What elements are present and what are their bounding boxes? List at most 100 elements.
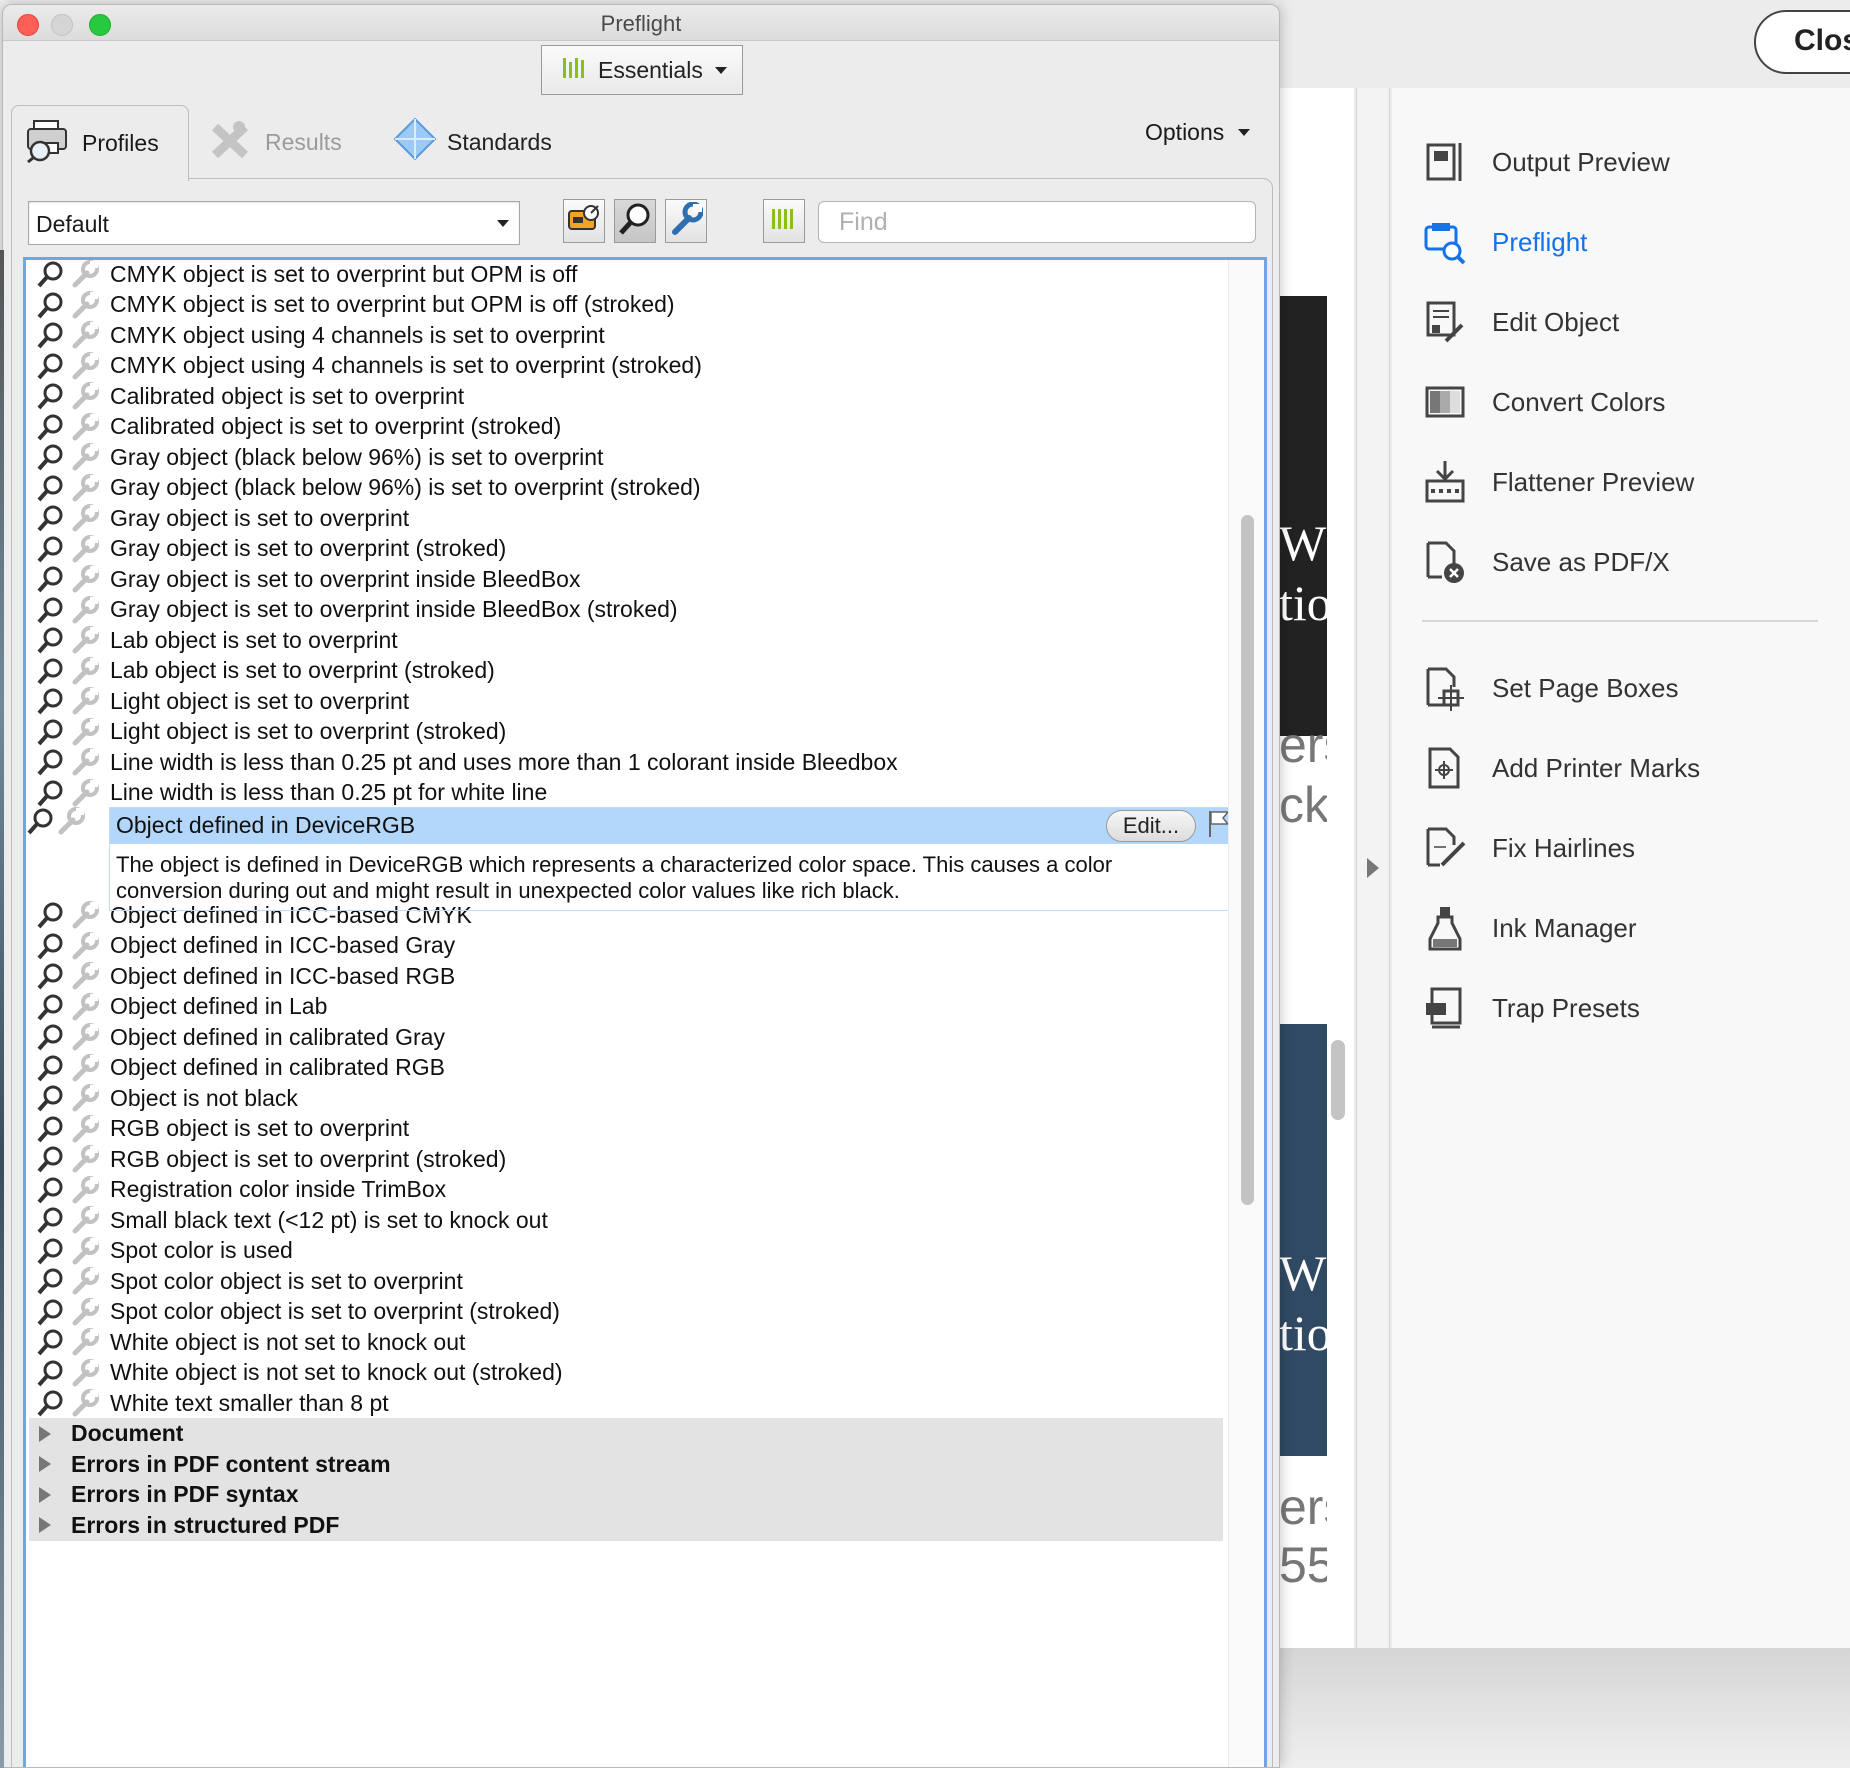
list-item-label: Object is not black	[110, 1084, 298, 1111]
tool-save-pdfx[interactable]: Save as PDF/X	[1422, 532, 1842, 592]
workspace-essentials-button[interactable]: Essentials	[541, 45, 743, 95]
tab-profiles-label: Profiles	[82, 130, 159, 156]
category-row[interactable]: Errors in PDF syntax	[29, 1478, 1223, 1513]
category-label: Errors in PDF syntax	[71, 1481, 299, 1507]
selected-item-header[interactable]: Object defined in DeviceRGB Edit...	[110, 808, 1246, 844]
list-scrollbar-thumb[interactable]	[1241, 515, 1254, 1205]
tab-profiles[interactable]: Profiles	[11, 105, 189, 181]
tool-label: Output Preview	[1492, 146, 1670, 177]
tool-flattener-preview[interactable]: Flattener Preview	[1422, 452, 1842, 512]
output-preview-icon	[1422, 139, 1468, 185]
tool-edit-object[interactable]: Edit Object	[1422, 292, 1842, 352]
list-item-label: Object defined in ICC-based Gray	[110, 932, 456, 958]
tool-label: Ink Manager	[1492, 912, 1637, 943]
selected-list-item[interactable]: Object defined in DeviceRGB Edit... The …	[109, 807, 1246, 911]
ink-manager-icon	[1422, 905, 1468, 951]
tool-add-printer-marks[interactable]: Add Printer Marks	[1422, 738, 1842, 798]
title-bar[interactable]: Preflight	[3, 5, 1279, 41]
category-label: Errors in PDF content stream	[71, 1450, 391, 1477]
category-row[interactable]: Errors in structured PDF	[29, 1509, 1223, 1543]
options-menu[interactable]: Options	[1145, 119, 1251, 146]
selected-item-description: The object is defined in DeviceRGB which…	[116, 852, 1113, 903]
tool-ink-manager[interactable]: Ink Manager	[1422, 898, 1842, 958]
show-fixups-button[interactable]	[665, 199, 707, 243]
tool-output-preview[interactable]: Output Preview	[1422, 132, 1842, 192]
list-item-label: RGB object is set to overprint (stroked)	[110, 1145, 507, 1172]
tool-label: Add Printer Marks	[1492, 752, 1701, 783]
tool-label: Set Page Boxes	[1492, 672, 1679, 703]
list-item-label: Spot color object is set to overprint	[110, 1267, 463, 1294]
list-scrollbar[interactable]	[1228, 260, 1264, 1767]
selected-item-title: Object defined in DeviceRGB	[116, 812, 416, 838]
tool-label: Preflight	[1492, 226, 1588, 257]
category-row[interactable]: Document	[29, 1417, 1223, 1452]
list-item[interactable]: Line width is less than 0.25 pt for whit…	[26, 775, 1226, 811]
list-item-label: Gray object (black below 96%) is set to …	[110, 443, 604, 470]
list-item-label: Gray object (black below 96%) is set to …	[110, 474, 701, 500]
set-page-boxes-icon	[1422, 665, 1468, 711]
tool-preflight[interactable]: Preflight	[1422, 212, 1842, 272]
flattener-preview-icon	[1422, 459, 1468, 505]
bars-icon	[770, 206, 798, 237]
tab-standards[interactable]: Standards	[393, 105, 552, 179]
disclosure-triangle-icon[interactable]	[39, 1517, 51, 1533]
document-text-fragment: ers	[1279, 1479, 1327, 1535]
list-item-label: Line width is less than 0.25 pt and uses…	[110, 748, 898, 775]
tool-fix-hairlines[interactable]: Fix Hairlines	[1422, 818, 1842, 878]
edit-button[interactable]: Edit...	[1106, 810, 1196, 842]
tool-trap-presets[interactable]: Trap Presets	[1422, 978, 1842, 1038]
list-item-label: Gray object is set to overprint inside B…	[110, 596, 678, 622]
save-pdfx-icon	[1422, 539, 1468, 585]
check-icon	[26, 806, 56, 841]
list-item-label: Gray object is set to overprint (stroked…	[110, 535, 507, 561]
convert-colors-icon	[1422, 379, 1468, 425]
list-item-label: CMYK object using 4 channels is set to o…	[110, 352, 702, 378]
fix-hairlines-icon	[1422, 825, 1468, 871]
show-all-button[interactable]	[763, 199, 805, 243]
fixups-list: CMYK object is set to overprint but OPM …	[23, 257, 1267, 1767]
edit-object-icon	[1422, 299, 1468, 345]
document-scrollbar-thumb[interactable]	[1331, 1040, 1345, 1120]
list-item-label: White object is not set to knock out (st…	[110, 1359, 563, 1385]
selected-item-icons	[26, 805, 110, 841]
profile-library-select[interactable]: Default	[28, 201, 520, 245]
tab-standards-label: Standards	[447, 128, 552, 155]
list-item[interactable]: White text smaller than 8 pt	[26, 1385, 1226, 1421]
fixup-icon	[56, 806, 86, 841]
disclosure-triangle-icon[interactable]	[39, 1486, 51, 1503]
document-blue-band	[1279, 1024, 1327, 1456]
tool-convert-colors[interactable]: Convert Colors	[1422, 372, 1842, 432]
find-input[interactable]	[818, 201, 1256, 243]
close-button[interactable]: Clos	[1754, 10, 1850, 74]
document-text-fragment: 55l	[1279, 1537, 1327, 1593]
wrench-icon	[669, 201, 704, 241]
document-view: Wc tio ers ck Wc tio ers 55l	[1278, 88, 1354, 1648]
list-item-label: Lab object is set to overprint (stroked)	[110, 657, 495, 683]
profile-select-value: Default	[36, 211, 109, 237]
document-text-fragment: tio	[1279, 575, 1327, 631]
list-item-label: Spot color object is set to overprint (s…	[110, 1298, 560, 1324]
list-item-label: White object is not set to knock out	[110, 1328, 466, 1355]
show-checks-button[interactable]	[614, 199, 656, 243]
list-item-label: Light object is set to overprint (stroke…	[110, 718, 507, 744]
tab-results[interactable]: Results	[209, 105, 342, 179]
disclosure-triangle-icon[interactable]	[39, 1425, 51, 1442]
list-item-label: Object defined in ICC-based RGB	[110, 962, 456, 989]
tools-pane: Output Preview Preflight Edit Object Con…	[1392, 88, 1850, 1648]
disclosure-triangle-icon[interactable]	[39, 1456, 51, 1472]
list-item-label: Line width is less than 0.25 pt for whit…	[110, 779, 548, 805]
list-item-label: RGB object is set to overprint	[110, 1115, 410, 1141]
preflight-icon	[1422, 219, 1468, 265]
results-icon	[209, 117, 255, 167]
chevron-down-icon	[497, 220, 509, 227]
category-row[interactable]: Errors in PDF content stream	[29, 1448, 1223, 1482]
tools-pane-collapse[interactable]	[1356, 88, 1390, 1648]
list-item-label: Gray object is set to overprint inside B…	[110, 565, 581, 592]
workspace-label: Essentials	[598, 56, 703, 83]
tool-set-page-boxes[interactable]: Set Page Boxes	[1422, 658, 1842, 718]
preflight-window: Preflight Essentials Profiles Results St…	[2, 4, 1280, 1768]
tool-label: Fix Hairlines	[1492, 832, 1636, 863]
list-item-label: CMYK object is set to overprint but OPM …	[110, 260, 578, 287]
select-profiles-button[interactable]	[563, 199, 605, 243]
category-label: Document	[71, 1420, 184, 1446]
